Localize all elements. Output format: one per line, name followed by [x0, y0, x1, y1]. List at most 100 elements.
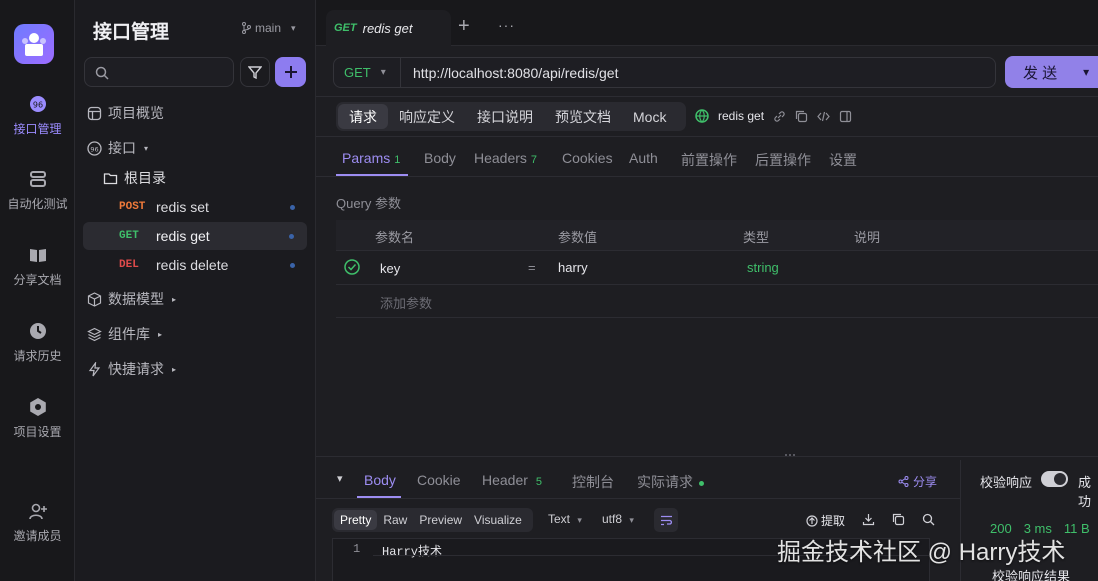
code-icon[interactable]	[817, 110, 830, 123]
share-button[interactable]: 分享	[898, 473, 937, 490]
chevron-down-icon[interactable]: ▾	[1083, 65, 1089, 79]
new-tab-button[interactable]: +	[458, 15, 470, 38]
url-input[interactable]: http://localhost:8080/api/redis/get	[401, 57, 996, 88]
rail-item-invite[interactable]: 邀请成员	[0, 501, 75, 544]
panel-icon[interactable]	[839, 110, 852, 123]
wrap-lines-button[interactable]	[654, 508, 678, 532]
cube-icon	[87, 291, 102, 307]
format-raw[interactable]: Raw	[377, 510, 413, 530]
caret-right-icon: ▸	[172, 364, 177, 374]
caret-right-icon: ▸	[158, 329, 163, 339]
tree-item-quick-requests[interactable]: 快捷请求 ▸	[75, 355, 316, 383]
branch-icon	[242, 22, 251, 34]
extract-icon	[806, 514, 818, 527]
sidebar-search-input[interactable]	[84, 57, 234, 87]
tab-params[interactable]: Params 1	[342, 150, 400, 166]
copy-icon[interactable]	[795, 110, 808, 123]
tab-label: Header	[482, 472, 528, 488]
tree-item-components[interactable]: 组件库 ▸	[75, 320, 316, 348]
rail-label: 自动化测试	[7, 197, 68, 211]
endpoint-redis-delete[interactable]: DEL redis delete	[75, 251, 316, 279]
endpoint-redis-set[interactable]: POST redis set	[75, 193, 316, 221]
tab-settings[interactable]: 设置	[829, 150, 857, 170]
book-icon	[28, 245, 48, 265]
sidebar-title: 接口管理	[93, 22, 170, 43]
chevron-down-icon: ▾	[577, 515, 582, 525]
panel-splitter[interactable]	[316, 456, 1098, 457]
response-tab-console[interactable]: 控制台	[572, 472, 614, 492]
param-name[interactable]: key	[380, 261, 400, 276]
share-icon	[898, 476, 909, 487]
format-visualize[interactable]: Visualize	[468, 510, 528, 530]
response-tab-cookie[interactable]: Cookie	[417, 472, 461, 488]
endpoint-redis-get[interactable]: GET redis get	[83, 222, 307, 250]
tab-headers[interactable]: Headers 7	[474, 150, 537, 166]
endpoint-name: redis get	[156, 228, 210, 244]
method-badge: DEL	[119, 259, 139, 271]
validate-label: 校验响应	[980, 475, 1033, 490]
validate-toggle[interactable]	[1041, 471, 1068, 487]
mode-request[interactable]: 请求	[338, 104, 388, 129]
tree-item-data-models[interactable]: 数据模型 ▸	[75, 285, 316, 313]
equals-sign: =	[528, 260, 536, 275]
add-param-input[interactable]: 添加参数	[380, 293, 432, 312]
tab-pre-operations[interactable]: 前置操作	[681, 150, 737, 170]
check-circle-icon[interactable]	[344, 259, 360, 275]
param-value[interactable]: harry	[558, 260, 588, 275]
tree-label: 接口	[108, 140, 136, 156]
branch-selector[interactable]: main ▾	[241, 21, 296, 35]
rail-item-share-docs[interactable]: 分享文档	[0, 245, 75, 288]
send-button[interactable]: 发 送 ▾	[1005, 56, 1098, 88]
mode-response-definition[interactable]: 响应定义	[388, 104, 466, 129]
response-tab-header[interactable]: Header 5	[482, 472, 542, 488]
rail-label: 邀请成员	[13, 529, 62, 543]
format-pretty[interactable]: Pretty	[334, 510, 378, 530]
globe-icon	[695, 109, 709, 123]
tab-auth[interactable]: Auth	[629, 150, 658, 166]
format-preview[interactable]: Preview	[413, 510, 468, 530]
collapse-chevron-icon[interactable]: ▾	[337, 472, 343, 485]
link-icon[interactable]	[773, 110, 786, 123]
api-name[interactable]: redis get	[718, 109, 764, 123]
code-line: Harry技术	[382, 545, 443, 559]
tab-cookies[interactable]: Cookies	[562, 150, 613, 166]
count-badge: 5	[535, 476, 543, 488]
caret-right-icon: ▸	[172, 294, 177, 304]
endpoint-name: redis delete	[156, 257, 229, 273]
mode-mock[interactable]: Mock	[622, 104, 677, 129]
tab-title: redis get	[362, 20, 413, 36]
mode-preview-docs[interactable]: 预览文档	[544, 104, 622, 129]
tree-item-root-dir[interactable]: 根目录	[75, 164, 316, 192]
caret-down-icon: ▾	[144, 143, 149, 153]
filter-button[interactable]	[240, 57, 270, 87]
add-button[interactable]	[275, 57, 306, 87]
more-tabs-button[interactable]: ···	[498, 17, 515, 33]
rail-item-api-management[interactable]: 96 接口管理	[0, 94, 75, 137]
tab-redis-get[interactable]: GET redis get	[326, 10, 451, 46]
search-icon[interactable]	[922, 513, 935, 526]
method-select[interactable]: GET ▾	[333, 57, 401, 88]
drag-handle-icon[interactable]	[785, 454, 797, 458]
param-type[interactable]: string	[747, 260, 779, 275]
app-logo[interactable]	[14, 24, 54, 64]
response-tab-body[interactable]: Body	[364, 472, 396, 488]
encoding-select[interactable]: utf8 ▾	[602, 512, 634, 526]
rail-item-project-settings[interactable]: 项目设置	[0, 397, 75, 440]
rail-item-history[interactable]: 请求历史	[0, 321, 75, 364]
tree-label: 数据模型	[108, 291, 164, 307]
tab-body[interactable]: Body	[424, 150, 456, 166]
tree-item-interfaces[interactable]: 96 接口 ▾	[75, 134, 316, 162]
text-select[interactable]: Text ▾	[548, 512, 582, 526]
rail-item-automation[interactable]: 自动化测试	[0, 169, 75, 212]
copy-icon[interactable]	[892, 513, 905, 526]
format-segmented-control: Pretty Raw Preview Visualize	[332, 508, 533, 532]
mode-api-description[interactable]: 接口说明	[466, 104, 544, 129]
status-dot	[290, 262, 295, 268]
tab-post-operations[interactable]: 后置操作	[755, 150, 811, 170]
select-value: Text	[548, 512, 571, 526]
status-dot	[290, 204, 295, 210]
extract-button[interactable]: 提取	[806, 512, 845, 529]
response-tab-actual-request[interactable]: 实际请求	[637, 472, 704, 492]
download-icon[interactable]	[862, 513, 875, 526]
tree-item-overview[interactable]: 项目概览	[75, 99, 316, 127]
